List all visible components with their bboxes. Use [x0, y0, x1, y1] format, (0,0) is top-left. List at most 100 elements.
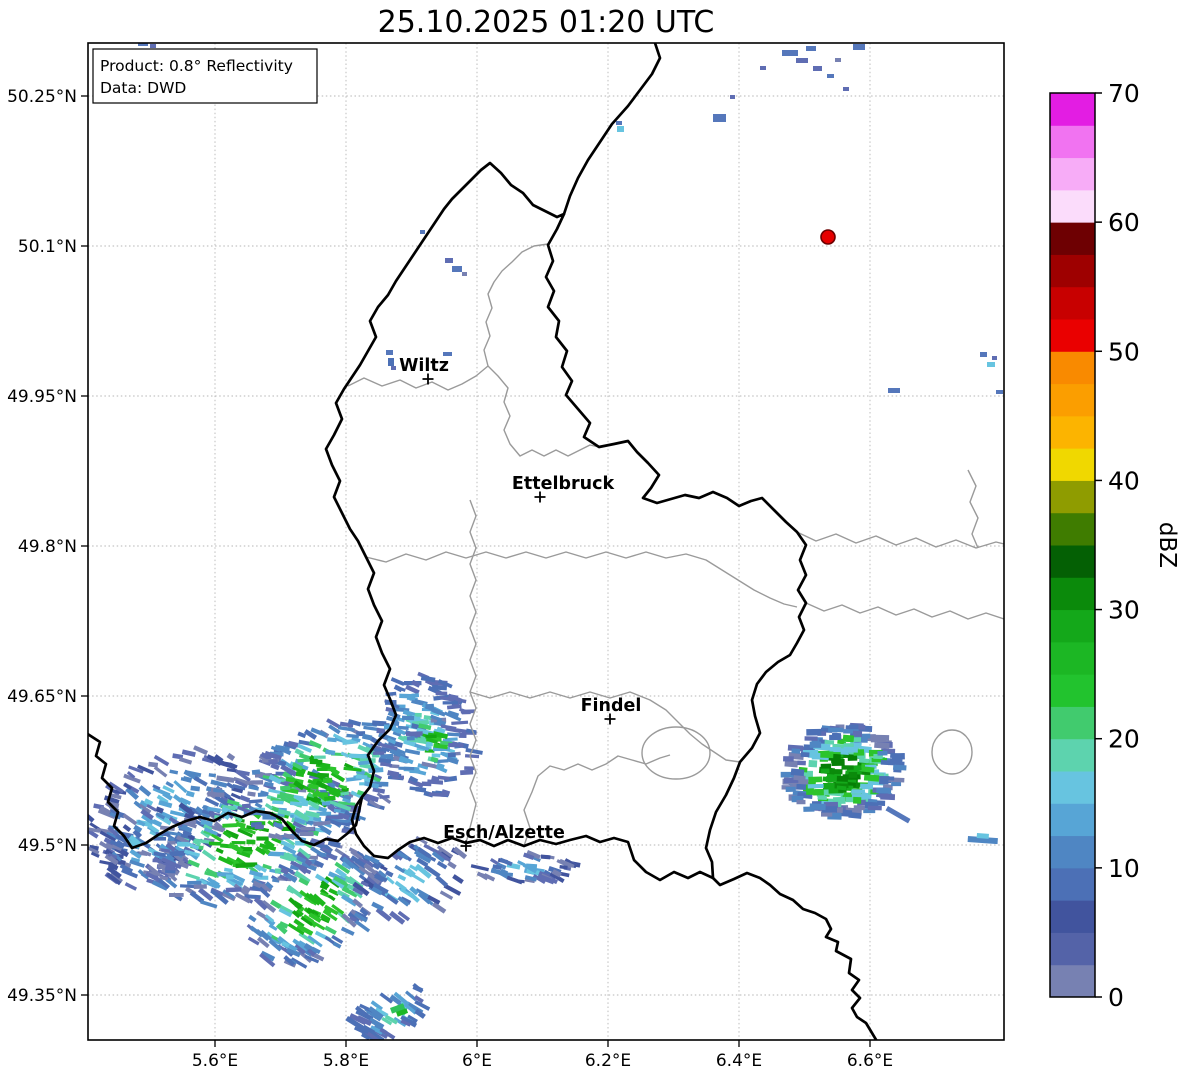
radar-echo-speck	[391, 366, 396, 370]
radar-echo-bin	[208, 841, 222, 846]
radar-echo-bin	[122, 813, 138, 826]
radar-echo-bin	[313, 755, 326, 759]
radar-echo-bin	[431, 901, 447, 914]
y-axis-tick-label: 49.65°N	[7, 687, 77, 707]
colorbar-segment	[1050, 512, 1095, 546]
colorbar-segment	[1050, 189, 1095, 223]
colorbar-unit-label: dBZ	[1154, 522, 1180, 568]
axis-ticks-and-labels: 5.6°E 5.8°E 6°E 6.2°E 6.4°E 6.6°E 50.25°N 50.1°…	[7, 87, 893, 1071]
x-axis-tick-label: 6.4°E	[716, 1051, 762, 1071]
colorbar-tick-label: 30	[1108, 596, 1140, 625]
colorbar-tick-label: 50	[1108, 337, 1140, 366]
city-label: Wiltz	[399, 356, 449, 376]
radar-echo-bin	[300, 826, 315, 831]
colorbar-segment	[1050, 771, 1095, 804]
colorbar-segment	[1050, 415, 1095, 449]
radar-echo-bin	[823, 782, 835, 790]
plot-title: 25.10.2025 01:20 UTC	[378, 5, 715, 40]
radar-echo-bin	[851, 789, 865, 794]
radar-echo-speck	[420, 230, 425, 234]
radar-echo-bin	[325, 749, 336, 756]
colorbar-segment	[1050, 609, 1095, 643]
radar-echo-bin	[246, 839, 256, 845]
colorbar-tick-label: 20	[1108, 725, 1140, 754]
radar-echo-bin	[248, 914, 257, 923]
radar-echo-bin	[222, 823, 238, 828]
radar-echo-bin	[892, 764, 907, 771]
radar-echo-bin	[406, 736, 415, 741]
radar-echo-bin	[398, 766, 415, 771]
y-axis-tick-label: 49.5°N	[18, 836, 77, 856]
radar-echo-bin	[308, 739, 322, 749]
radar-echo-bin	[327, 894, 336, 902]
radar-echo-bin	[169, 769, 179, 775]
france-germany-border	[711, 871, 878, 1040]
radar-echo-bin	[825, 776, 838, 783]
radar-echo-bin	[247, 936, 260, 946]
radar-echo-bin	[321, 801, 331, 806]
radar-echo-bin	[122, 824, 132, 833]
radar-echo-speck	[980, 352, 987, 357]
radar-echo-speck	[760, 66, 766, 70]
radar-echo-bin	[849, 724, 859, 730]
radar-echo-bin	[185, 872, 200, 881]
colorbar-segment	[1050, 964, 1095, 998]
radar-echo-bin	[340, 926, 355, 936]
radar-echo-bin	[327, 737, 337, 743]
y-axis-tick-label: 49.35°N	[7, 986, 77, 1006]
x-axis-tick-label: 5.6°E	[192, 1051, 238, 1071]
radar-echo-bin	[506, 875, 523, 885]
radar-echo-bin	[465, 747, 483, 755]
radar-echo-speck	[835, 58, 841, 62]
district-border-ring	[931, 729, 973, 775]
radar-echo-bin	[177, 841, 189, 847]
radar-echo-bin	[193, 884, 207, 890]
radar-echo-bin	[324, 925, 337, 935]
radar-echo-bin	[797, 760, 806, 766]
radar-echo-bin	[231, 841, 246, 845]
radar-echo-bin	[173, 780, 188, 794]
radar-echo-bin	[393, 684, 403, 693]
radar-echo-bin	[878, 776, 895, 781]
colorbar-segment	[1050, 900, 1095, 933]
radar-echo-bin	[436, 860, 448, 870]
radar-site-marker	[820, 229, 836, 245]
radar-echo-bin	[379, 794, 390, 799]
colorbar-segment	[1050, 222, 1095, 255]
radar-echo-bin	[831, 732, 842, 739]
colorbar-segment	[1050, 383, 1095, 417]
radar-echo-bin	[187, 880, 202, 885]
radar-echo-bin	[829, 746, 841, 753]
colorbar-tick-label: 60	[1108, 208, 1140, 237]
colorbar-segment	[1050, 867, 1095, 901]
radar-echo-bin	[830, 768, 843, 775]
radar-echo-speck	[388, 358, 394, 366]
radar-echo-bin	[138, 785, 152, 797]
radar-echo-speck	[386, 350, 393, 355]
radar-echo-bin	[190, 785, 201, 792]
radar-echo-speck	[888, 388, 900, 393]
radar-echo-bin	[852, 730, 863, 737]
radar-echo-bin	[873, 734, 890, 741]
radar-echo-bin	[390, 677, 405, 686]
radar-echo-speck	[827, 74, 834, 78]
radar-echo-bin	[225, 874, 234, 880]
radar-echo-bin	[239, 794, 251, 803]
radar-echo-bin	[431, 753, 441, 758]
x-axis-tick-label: 6°E	[462, 1051, 492, 1071]
radar-echo-bin	[178, 757, 193, 765]
radar-echo-bin	[425, 734, 437, 739]
radar-echo-bin	[796, 783, 807, 790]
radar-echo-bin	[806, 728, 822, 736]
radar-echo-bin	[257, 792, 267, 797]
radar-echo-bin	[207, 792, 225, 798]
district-border	[365, 551, 798, 608]
info-box-product: Product: 0.8° Reflectivity	[100, 57, 293, 75]
radar-echo-speck	[843, 87, 849, 91]
colorbar-tick-label: 40	[1108, 466, 1140, 495]
radar-echo-bin	[397, 874, 407, 882]
district-border	[465, 499, 477, 844]
radar-echo-bin	[201, 849, 217, 862]
radar-echo-bin	[848, 812, 862, 819]
radar-echo-speck	[782, 50, 798, 56]
